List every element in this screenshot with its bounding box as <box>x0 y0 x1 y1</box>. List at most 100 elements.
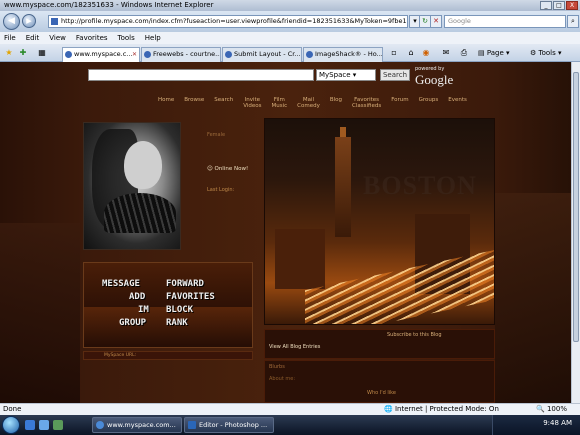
tab-favicon-icon <box>65 51 72 58</box>
tab-close-icon[interactable]: ✕ <box>132 48 137 61</box>
feeds-icon[interactable]: ◉ <box>420 47 432 59</box>
nav-forum[interactable]: Forum <box>391 97 408 109</box>
add-friend-button[interactable]: ADD <box>129 292 145 302</box>
photoshop-taskbar-icon <box>188 421 196 429</box>
tab-favicon-icon <box>225 51 232 58</box>
myspace-search-input[interactable] <box>88 69 314 81</box>
tab-submit-layout[interactable]: Submit Layout - Cr... <box>222 47 302 62</box>
tab-imageshack[interactable]: ImageShack® - Ho... <box>303 47 383 62</box>
start-button[interactable] <box>2 416 20 434</box>
add-to-favorites-button[interactable]: FAVORITES <box>166 292 215 302</box>
menu-file[interactable]: File <box>4 32 16 44</box>
forward-button[interactable]: ▶ <box>22 14 36 28</box>
menu-favorites[interactable]: Favorites <box>76 32 108 44</box>
zoom-level[interactable]: 🔍 100% <box>536 404 567 415</box>
tools-menu-label: Tools <box>538 49 556 57</box>
myspace-url-box: MySpace URL: <box>83 351 253 360</box>
show-desktop-icon[interactable] <box>39 420 49 430</box>
minimize-button[interactable]: _ <box>540 1 552 10</box>
tab-freewebs[interactable]: Freewebs - courtne... <box>141 47 221 62</box>
rank-user-button[interactable]: RANK <box>166 318 188 328</box>
nav-blog[interactable]: Blog <box>330 97 342 109</box>
nav-favorites[interactable]: Favorites Classifieds <box>352 97 381 109</box>
online-now-text: Online Now! <box>214 166 249 172</box>
nav-home[interactable]: Home <box>158 97 174 109</box>
menu-bar: File Edit View Favorites Tools Help <box>0 32 580 44</box>
nav-film[interactable]: Film Music <box>271 97 287 109</box>
tab-label: Submit Layout - Cr... <box>234 50 301 58</box>
myspace-search-select[interactable]: MySpace ▾ <box>316 69 376 81</box>
profile-photo[interactable] <box>83 122 181 250</box>
menu-edit[interactable]: Edit <box>26 32 40 44</box>
who-id-like-label: Who I'd like <box>367 390 396 396</box>
tab-favicon-icon <box>144 51 151 58</box>
maximize-button[interactable]: □ <box>553 1 565 10</box>
instant-message-button[interactable]: IM <box>138 305 149 315</box>
system-tray: 9:48 AM <box>492 415 580 435</box>
block-user-button[interactable]: BLOCK <box>166 305 193 315</box>
stop-icon[interactable]: ✕ <box>430 15 442 28</box>
security-zone-text: Internet | Protected Mode: On <box>394 405 499 413</box>
send-message-button[interactable]: MESSAGE <box>102 279 140 289</box>
nav-search[interactable]: Search <box>214 97 233 109</box>
ie-quicklaunch-icon[interactable] <box>25 420 35 430</box>
taskbar-button-label: www.myspace.com... <box>107 421 176 429</box>
myspace-nav: Home Browse Search Invite Videos Film Musi… <box>158 97 467 109</box>
traffic-light-trails <box>305 247 494 324</box>
menu-help[interactable]: Help <box>145 32 161 44</box>
page-favicon-icon <box>51 18 58 25</box>
blurbs-section: Blurbs About me: Who I'd like <box>264 360 495 403</box>
about-me-label: About me: <box>269 376 296 382</box>
nav-browse[interactable]: Browse <box>184 97 204 109</box>
scrollbar-thumb[interactable] <box>573 72 579 342</box>
back-button[interactable]: ◀ <box>3 13 20 30</box>
forward-button-contact[interactable]: FORWARD <box>166 279 204 289</box>
mail-icon[interactable]: ✉ <box>440 47 452 59</box>
nav-videos-label[interactable]: Videos <box>243 103 261 109</box>
nav-events[interactable]: Events <box>448 97 467 109</box>
page-content: MySpace ▾ Search powered by Google Home … <box>0 62 580 403</box>
profile-details: Female <box>207 132 225 139</box>
nav-comedy-label[interactable]: Comedy <box>297 103 320 109</box>
home-icon[interactable]: ⌂ <box>405 47 417 59</box>
switch-windows-icon[interactable] <box>53 420 63 430</box>
tab-label: ImageShack® - Ho... <box>315 50 383 58</box>
nav-invite[interactable]: Invite Videos <box>243 97 261 109</box>
tab-label: www.myspace.c... <box>74 50 133 58</box>
last-login: Last Login: <box>207 187 235 193</box>
add-favorites-icon[interactable]: ✚ <box>17 47 29 59</box>
boston-skyline-image: BOSTON <box>264 118 495 325</box>
close-button[interactable]: X <box>566 1 578 10</box>
search-input[interactable]: Google <box>444 15 566 28</box>
photo-fan <box>104 193 176 233</box>
security-zone[interactable]: 🌐 Internet | Protected Mode: On <box>384 404 499 415</box>
add-to-group-button[interactable]: GROUP <box>119 318 146 328</box>
subscribe-blog-link[interactable]: Subscribe to this Blog <box>387 332 442 338</box>
taskbar-photoshop-window[interactable]: Editor - Photoshop ... <box>184 417 274 433</box>
search-icon[interactable]: ⌕ <box>567 15 579 28</box>
nav-music-label[interactable]: Music <box>271 103 287 109</box>
taskbar-clock[interactable]: 9:48 AM <box>543 419 572 427</box>
boston-watermark: BOSTON <box>363 171 477 200</box>
address-input[interactable]: http://profile.myspace.com/index.cfm?fus… <box>48 15 408 28</box>
tools-menu-button[interactable]: ⚙ Tools ▾ <box>530 47 562 60</box>
nav-classifieds-label[interactable]: Classifieds <box>352 103 381 109</box>
quick-tabs-icon[interactable]: ▦ <box>36 47 48 59</box>
menu-view[interactable]: View <box>49 32 66 44</box>
nav-mail[interactable]: Mail Comedy <box>297 97 320 109</box>
google-logo: Google <box>415 72 454 87</box>
view-all-blog-link[interactable]: View All Blog Entries <box>269 344 320 350</box>
vertical-scrollbar[interactable] <box>571 62 580 403</box>
menu-tools[interactable]: Tools <box>118 32 135 44</box>
nav-groups[interactable]: Groups <box>419 97 439 109</box>
page-menu-button[interactable]: ▤ Page ▾ <box>478 47 510 60</box>
clock-tower <box>335 137 351 237</box>
taskbar-myspace-window[interactable]: www.myspace.com... <box>92 417 182 433</box>
myspace-search-button[interactable]: Search <box>380 69 410 81</box>
photo-face <box>124 141 162 189</box>
favorites-star-icon[interactable]: ★ <box>3 47 15 59</box>
tab-label: Freewebs - courtne... <box>153 50 221 58</box>
tab-myspace[interactable]: www.myspace.c... ✕ <box>62 47 140 62</box>
new-tab-icon[interactable]: ▫ <box>388 47 400 59</box>
print-icon[interactable]: ⎙ <box>458 47 470 59</box>
